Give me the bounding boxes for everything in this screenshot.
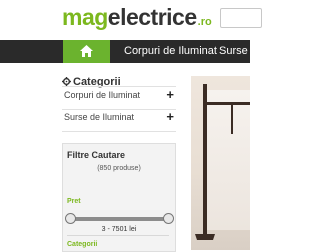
hero-banner-image[interactable] [191,76,250,250]
lamp-illustration [195,84,250,240]
main-nav: Corpuri de Iluminat Surse de [0,40,263,63]
category-item-label: Corpuri de Iluminat [64,90,141,100]
nav-item-surse-de[interactable]: Surse de [219,40,263,63]
category-item-corpuri-de-iluminat[interactable]: Corpuri de Iluminat + [62,86,176,110]
filter-categories-label: Categorii [67,241,98,248]
divider [67,235,169,236]
gear-icon [62,77,71,86]
logo-electrice: electrice [107,4,197,30]
category-item-label: Surse de Iluminat [64,112,135,122]
filter-panel: Filtre Cautare (850 produse) Pret 3 - 75… [62,143,176,252]
logo-mag: mag [62,4,108,30]
expand-plus-icon[interactable]: + [166,87,174,102]
price-range-value: 3 - 7501 lei [101,226,137,233]
nav-home-button[interactable] [63,40,110,63]
search-input[interactable] [220,8,262,28]
logo-tld: .ro [197,16,212,28]
price-slider-max-handle[interactable] [163,213,174,224]
price-slider-min-handle[interactable] [65,213,76,224]
category-item-surse-de-iluminat[interactable]: Surse de Iluminat + [62,109,176,132]
expand-plus-icon[interactable]: + [166,109,174,124]
site-logo[interactable]: magelectrice.ro [62,2,212,32]
price-slider-track[interactable] [69,217,165,221]
home-icon [80,45,93,57]
filter-title: Filtre Cautare [67,150,126,160]
product-count: (850 produse) [97,165,141,172]
nav-item-corpuri-de-iluminat[interactable]: Corpuri de Iluminat [124,40,217,63]
price-label: Pret [67,198,81,205]
